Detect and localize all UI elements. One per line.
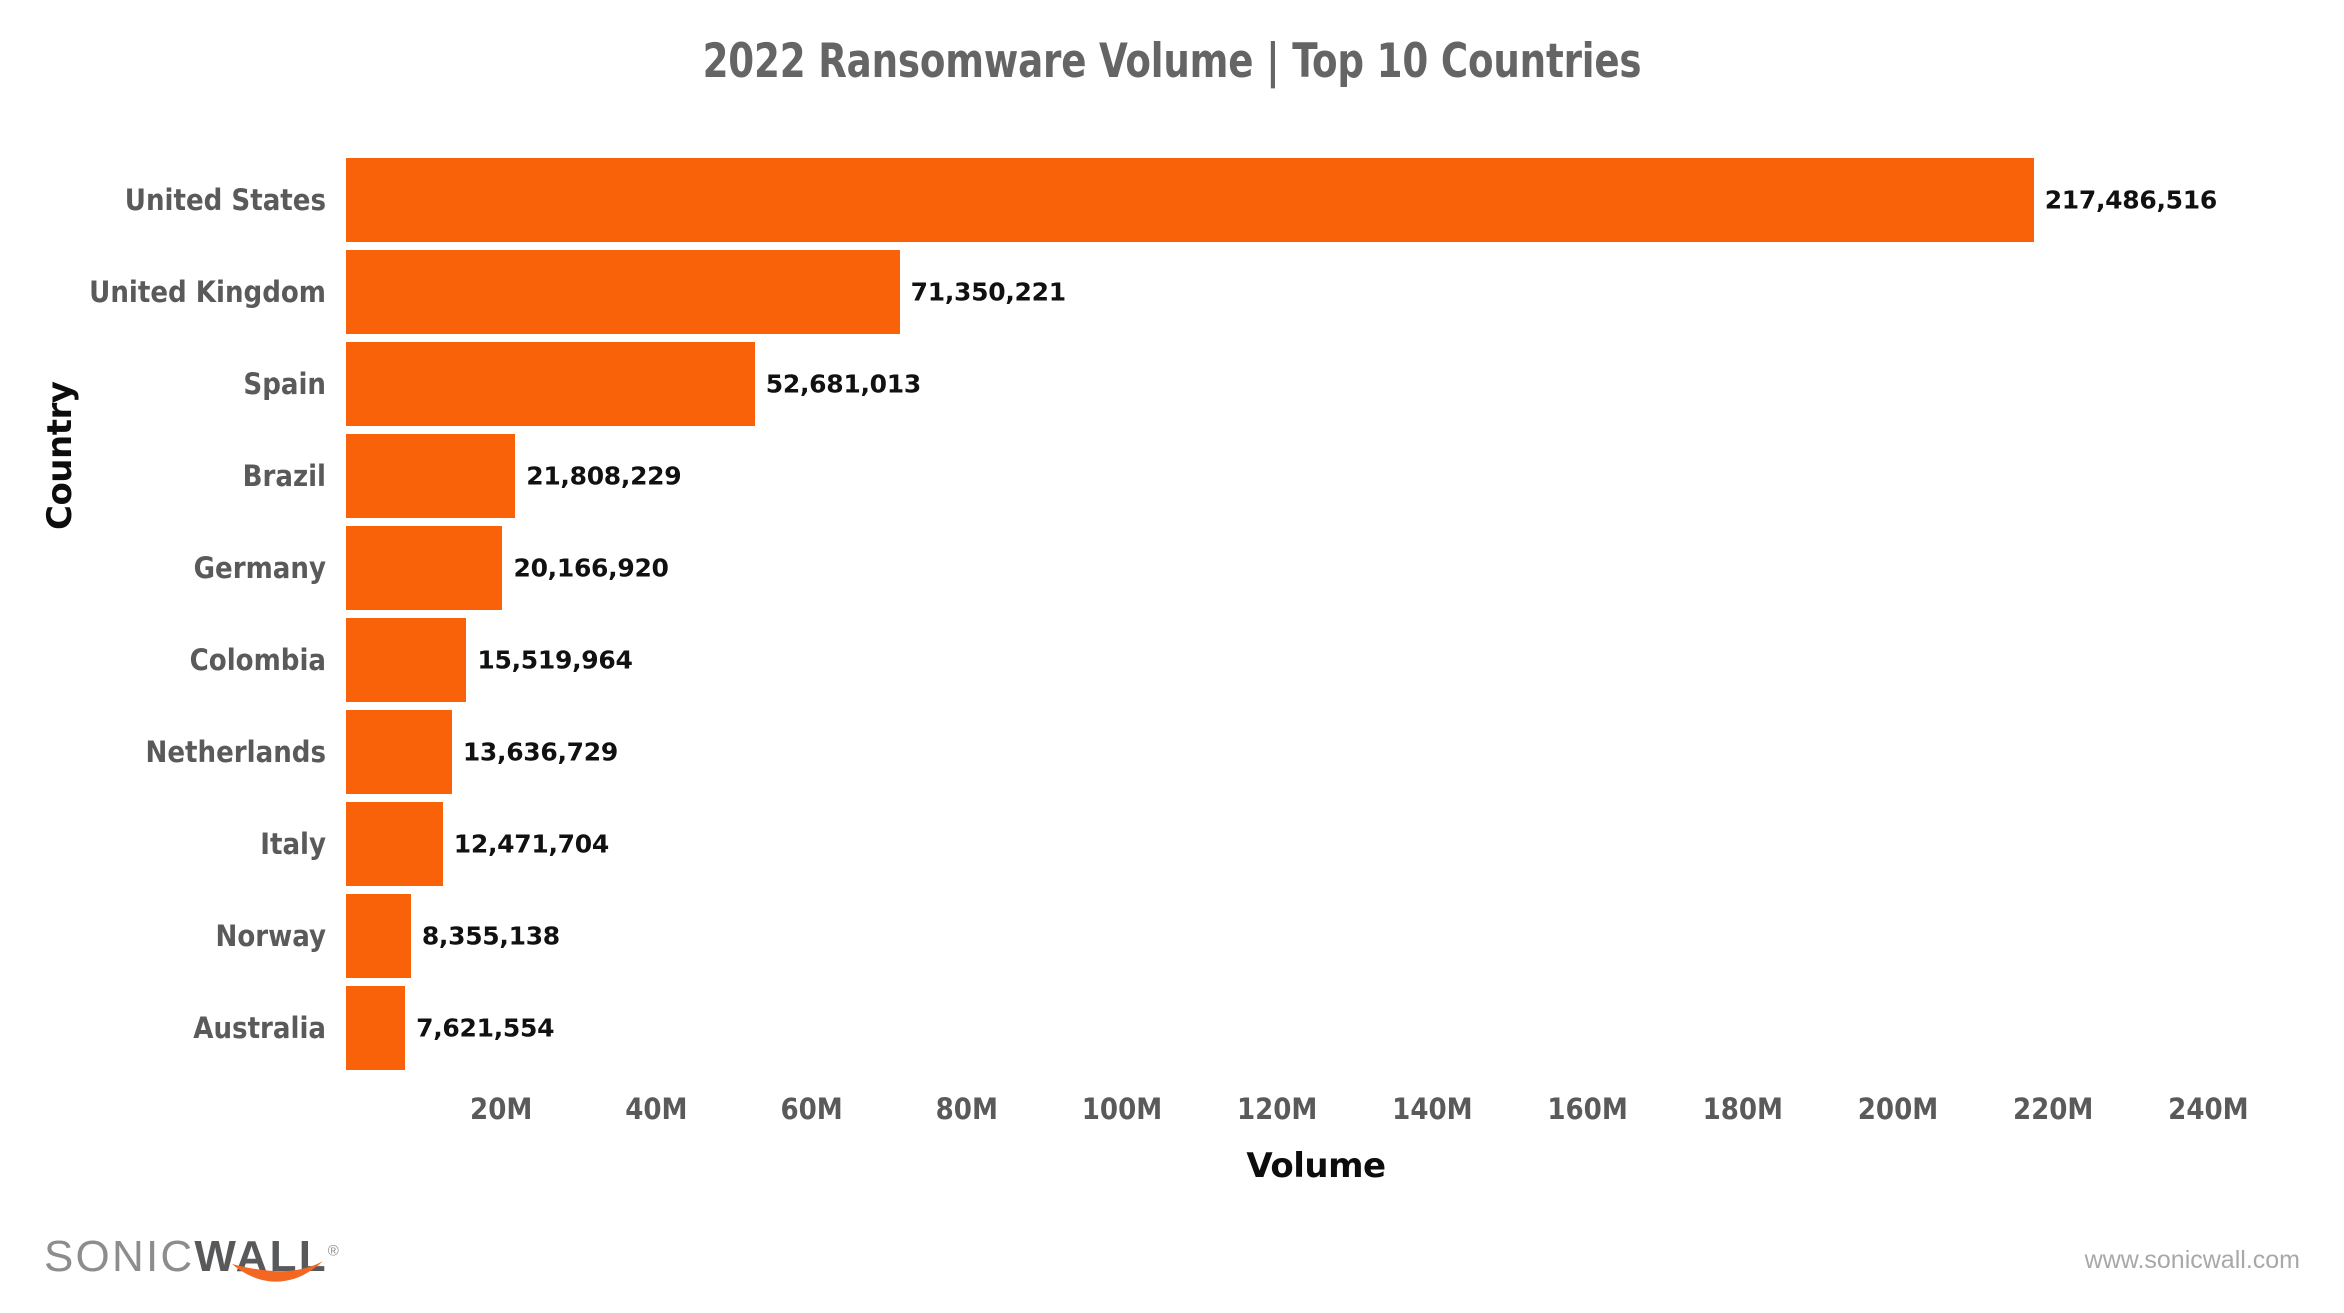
bar-value-label: 217,486,516: [2044, 185, 2218, 215]
bar-row: United States 217,486,516: [125, 158, 2286, 242]
x-axis-tick-label: 20M: [470, 1092, 533, 1126]
x-axis-title: Volume: [1246, 1146, 1386, 1186]
bar[interactable]: [346, 434, 516, 518]
y-axis-category-label: Australia: [193, 1011, 326, 1045]
bar-value-label: 7,621,554: [416, 1013, 555, 1043]
x-axis-tick-label: 120M: [1236, 1092, 1318, 1126]
bar-value-label: 52,681,013: [765, 369, 921, 399]
bar-value-label: 12,471,704: [453, 829, 609, 859]
y-axis-category-label: Brazil: [242, 459, 326, 493]
bar-row: Germany 20,166,920: [194, 526, 2286, 610]
registered-trademark-icon: ®: [327, 1242, 342, 1260]
x-axis-tick-label: 100M: [1081, 1092, 1163, 1126]
y-axis-category-label: Norway: [215, 919, 326, 953]
y-axis-category-label: United Kingdom: [89, 275, 326, 309]
x-axis-tick-label: 140M: [1392, 1092, 1473, 1126]
bar-row: Norway 8,355,138: [216, 894, 2286, 978]
bar-value-label: 13,636,729: [462, 737, 618, 767]
bar[interactable]: [346, 802, 443, 886]
bar-row: United Kingdom 71,350,221: [89, 250, 2286, 334]
bar-row: Netherlands 13,636,729: [146, 710, 2286, 794]
bar-row: Spain 52,681,013: [243, 342, 2286, 426]
footer-website-url: www.sonicwall.com: [2084, 1246, 2300, 1274]
y-axis-category-label: Germany: [193, 551, 326, 585]
bar[interactable]: [346, 894, 411, 978]
x-axis: 20M 40M 60M 80M 100M 120M 140M 160M 180M 200M 220M…: [346, 1092, 2286, 1142]
y-axis-category-label: Spain: [243, 367, 326, 401]
x-axis-tick-label: 160M: [1547, 1092, 1628, 1126]
y-axis-category-label: Italy: [260, 827, 326, 861]
bar-value-label: 71,350,221: [910, 277, 1066, 307]
x-axis-tick-label: 180M: [1702, 1092, 1784, 1126]
bar[interactable]: [346, 158, 2034, 242]
x-axis-tick-label: 80M: [935, 1092, 998, 1126]
bar-value-label: 21,808,229: [526, 461, 682, 491]
chart-page: 2022 Ransomware Volume | Top 10 Countrie…: [0, 0, 2344, 1313]
x-axis-tick-label: 60M: [780, 1092, 843, 1126]
x-axis-tick-label: 240M: [2168, 1092, 2249, 1126]
x-axis-tick-label: 40M: [625, 1092, 688, 1126]
sonicwall-logo: SONICWALL®: [44, 1232, 374, 1284]
y-axis-category-label: Netherlands: [145, 735, 327, 769]
logo-sonic-text: SONIC: [44, 1232, 195, 1281]
x-axis-tick-label: 220M: [2012, 1092, 2094, 1126]
bar-row: Italy 12,471,704: [260, 802, 2286, 886]
bar[interactable]: [346, 710, 452, 794]
bar[interactable]: [346, 250, 900, 334]
bar-value-label: 20,166,920: [513, 553, 669, 583]
bar-value-label: 15,519,964: [477, 645, 633, 675]
plot-area: United States 217,486,516 United Kingdom 71…: [89, 158, 2286, 1078]
swoosh-icon: [232, 1261, 323, 1282]
bar-value-label: 8,355,138: [421, 921, 560, 951]
bar[interactable]: [346, 342, 755, 426]
bar[interactable]: [346, 618, 467, 702]
y-axis-category-label: United States: [124, 183, 326, 217]
page-title: 2022 Ransomware Volume | Top 10 Countrie…: [702, 34, 1642, 89]
bar-row: Brazil 21,808,229: [243, 434, 2286, 518]
x-axis-tick-label: 200M: [1857, 1092, 1939, 1126]
bar-row: Colombia 15,519,964: [190, 618, 2286, 702]
y-axis-category-label: Colombia: [189, 643, 326, 677]
bar[interactable]: [346, 526, 503, 610]
bar[interactable]: [346, 986, 406, 1070]
bar-row: Australia 7,621,554: [193, 986, 2286, 1070]
y-axis-title: Country: [40, 381, 80, 530]
